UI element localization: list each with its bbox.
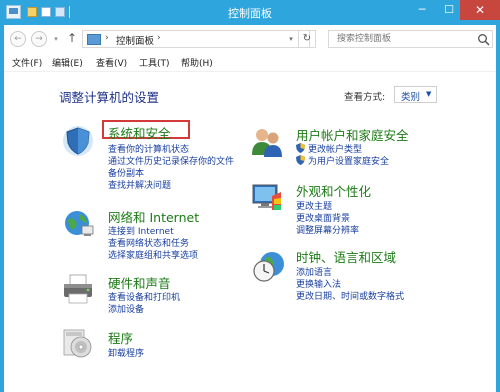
search-icon[interactable] — [477, 33, 491, 47]
category-system-security[interactable]: 系统和安全 — [108, 123, 171, 142]
menu-file[interactable]: 文件(F) — [12, 56, 42, 69]
link-family-safety[interactable]: 为用户设置家庭安全 — [308, 154, 389, 167]
breadcrumb-separator[interactable]: › — [105, 33, 109, 43]
chevron-down-icon[interactable]: ▼ — [426, 90, 431, 98]
forward-button[interactable]: → — [31, 31, 47, 47]
link-troubleshoot[interactable]: 查找并解决问题 — [108, 178, 171, 191]
address-dropdown-button[interactable]: ▾ — [285, 30, 297, 48]
category-clock-language-region[interactable]: 时钟、语言和区域 — [296, 247, 396, 266]
view-by-label: 查看方式: — [344, 92, 386, 103]
link-homegroup-sharing[interactable]: 选择家庭组和共享选项 — [108, 248, 198, 261]
minimize-button[interactable]: ─ — [409, 0, 435, 20]
link-date-time-format[interactable]: 更改日期、时间或数字格式 — [296, 289, 404, 302]
link-screen-resolution[interactable]: 调整屏幕分辨率 — [296, 223, 359, 236]
window-frame-right — [496, 25, 500, 392]
main-content: 调整计算机的设置 查看方式: 类别 ▼ 系统和安全 查看你的计算机状态 通过文件… — [4, 72, 496, 392]
view-by-value[interactable]: 类别 — [401, 89, 420, 103]
menu-view[interactable]: 查看(V) — [96, 56, 127, 69]
back-button[interactable]: ← — [10, 31, 26, 47]
maximize-button[interactable]: ☐ — [436, 0, 462, 20]
category-appearance[interactable]: 外观和个性化 — [296, 181, 371, 200]
shield-icon[interactable] — [61, 124, 95, 158]
uac-shield-icon — [296, 155, 305, 165]
printer-icon[interactable] — [61, 272, 95, 306]
close-button[interactable]: ✕ — [460, 0, 500, 20]
title-bar: 控制面板 ─ ☐ ✕ — [0, 0, 500, 25]
clock-globe-icon[interactable] — [252, 249, 286, 283]
search-input[interactable] — [329, 31, 475, 47]
breadcrumb-control-panel[interactable]: 控制面板 — [116, 33, 154, 47]
link-add-device[interactable]: 添加设备 — [108, 302, 144, 315]
refresh-button[interactable]: ↻ — [298, 30, 316, 48]
appearance-monitor-icon[interactable] — [250, 180, 284, 214]
menu-bar: 文件(F) 编辑(E) 查看(V) 工具(T) 帮助(H) — [4, 52, 496, 72]
address-bar[interactable]: › 控制面板 › — [82, 30, 310, 48]
recent-locations-button[interactable]: ▾ — [51, 32, 61, 46]
control-panel-location-icon — [87, 34, 101, 45]
menu-edit[interactable]: 编辑(E) — [52, 56, 83, 69]
category-programs[interactable]: 程序 — [108, 328, 133, 347]
up-button[interactable]: ↑ — [65, 30, 79, 46]
breadcrumb-separator-trailing[interactable]: › — [157, 33, 161, 43]
programs-disc-icon[interactable] — [61, 326, 95, 360]
page-title: 调整计算机的设置 — [59, 90, 160, 105]
network-globe-icon[interactable] — [61, 206, 95, 240]
link-uninstall-program[interactable]: 卸载程序 — [108, 346, 144, 359]
menu-tools[interactable]: 工具(T) — [139, 56, 170, 69]
search-box[interactable] — [328, 30, 493, 48]
menu-help[interactable]: 帮助(H) — [181, 56, 213, 69]
navigation-bar: ← → ▾ ↑ › 控制面板 › ▾ ↻ — [4, 25, 496, 52]
view-by-dropdown[interactable]: 类别 ▼ — [394, 86, 437, 103]
uac-shield-icon — [296, 143, 305, 153]
users-icon[interactable] — [250, 125, 284, 159]
